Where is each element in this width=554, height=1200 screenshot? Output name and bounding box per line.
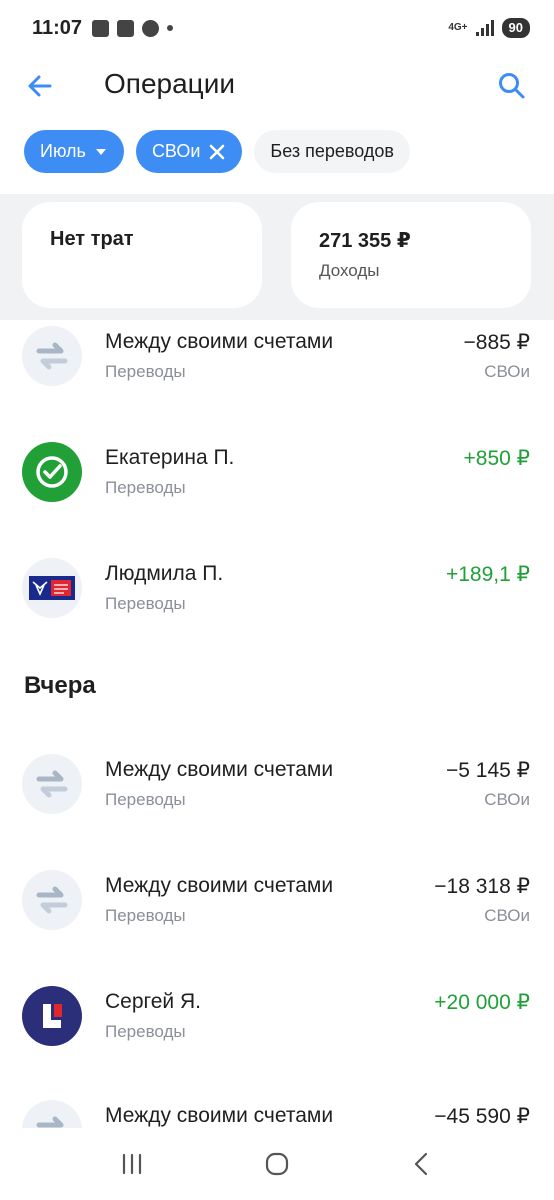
system-back-button[interactable] [402, 1144, 442, 1184]
transactions-list: Между своими счетами Переводы −885 ₽ СВО… [0, 320, 554, 1128]
back-button[interactable] [24, 70, 56, 102]
status-bar: 11:07 4G+ 90 [0, 0, 554, 56]
arrow-left-icon [28, 75, 52, 97]
sber-logo-icon [22, 442, 82, 502]
transaction-account: СВОи [484, 790, 530, 809]
transaction-row[interactable]: Людмила П. Переводы +189,1 ₽ [0, 554, 554, 634]
income-amount: 271 355 ₽ [319, 230, 411, 252]
filter-no-transfers-chip[interactable]: Без переводов [254, 130, 410, 173]
system-navigation-bar [0, 1128, 554, 1200]
network-type: 4G+ [448, 22, 468, 33]
search-icon [499, 73, 525, 99]
more-notifications-icon [167, 25, 174, 31]
filter-chips: Июль СВОи Без переводов [24, 130, 410, 173]
transaction-row[interactable]: Между своими счетами Переводы −18 318 ₽ … [0, 866, 554, 946]
transaction-category: Переводы [105, 594, 186, 613]
transaction-amount: −18 318 ₽ [434, 875, 530, 898]
transaction-row[interactable]: Екатерина П. Переводы +850 ₽ [0, 438, 554, 518]
home-icon [265, 1152, 289, 1176]
home-button[interactable] [257, 1144, 297, 1184]
pochta-bank-logo-icon [22, 558, 82, 618]
recents-icon [123, 1153, 142, 1175]
bank-logo-icon [22, 986, 82, 1046]
transaction-amount: +20 000 ₽ [434, 991, 530, 1014]
transfer-icon [22, 326, 82, 386]
income-label: Доходы [319, 261, 380, 280]
transaction-category: Переводы [105, 1022, 186, 1041]
summary-cards: Нет трат 271 355 ₽ Доходы [0, 194, 554, 320]
transaction-row[interactable]: Между своими счетами Переводы −885 ₽ СВО… [0, 322, 554, 402]
app-header: Операции [0, 56, 554, 116]
transaction-name: Сергей Я. [105, 990, 201, 1013]
app-notification-icon-2 [142, 19, 160, 37]
transfer-icon [22, 1100, 82, 1128]
transaction-row[interactable]: Между своими счетами −45 590 ₽ [0, 1096, 554, 1128]
transaction-amount: −45 590 ₽ [434, 1105, 530, 1128]
transaction-name: Между своими счетами [105, 874, 334, 897]
transaction-name: Между своими счетами [105, 330, 334, 353]
transaction-category: Переводы [105, 478, 186, 497]
transfer-icon [22, 754, 82, 814]
transaction-category: Переводы [105, 906, 186, 925]
filter-no-transfers-label: Без переводов [270, 141, 394, 161]
status-time: 11:07 [32, 16, 83, 39]
transaction-amount: +850 ₽ [463, 447, 531, 470]
transaction-account: СВОи [484, 362, 530, 381]
caret-down-icon [94, 145, 108, 159]
transaction-name: Людмила П. [105, 562, 224, 585]
transaction-row[interactable]: Сергей Я. Переводы +20 000 ₽ [0, 982, 554, 1062]
transaction-amount: +189,1 ₽ [445, 563, 530, 586]
close-icon[interactable] [208, 143, 226, 161]
filter-account-chip[interactable]: СВОи [135, 130, 243, 173]
signal-icon [475, 20, 494, 36]
transaction-account: СВОи [484, 906, 530, 925]
notification-icons [92, 19, 174, 37]
battery-level: 90 [501, 18, 530, 38]
transaction-amount: −5 145 ₽ [445, 759, 530, 782]
transaction-name: Между своими счетами [105, 1104, 334, 1127]
filter-month-label: Июль [40, 141, 86, 161]
transaction-row[interactable]: Между своими счетами Переводы −5 145 ₽ С… [0, 750, 554, 830]
transfer-icon [22, 870, 82, 930]
nav-back-icon [414, 1152, 427, 1176]
section-title-yesterday: Вчера [24, 672, 96, 699]
gallery-icon [92, 19, 110, 37]
income-card[interactable]: 271 355 ₽ Доходы [291, 202, 531, 308]
app-notification-icon [117, 19, 135, 37]
expenses-card[interactable]: Нет трат [22, 202, 262, 308]
transaction-amount: −885 ₽ [463, 331, 531, 354]
expenses-label: Нет трат [50, 228, 134, 250]
search-button[interactable] [496, 70, 528, 102]
page-title: Операции [104, 68, 235, 99]
filter-account-label: СВОи [151, 141, 201, 161]
recents-button[interactable] [112, 1144, 152, 1184]
filter-month-chip[interactable]: Июль [24, 130, 124, 173]
transaction-category: Переводы [105, 790, 186, 809]
transaction-name: Между своими счетами [105, 758, 334, 781]
transaction-name: Екатерина П. [105, 446, 235, 469]
transaction-category: Переводы [105, 362, 186, 381]
